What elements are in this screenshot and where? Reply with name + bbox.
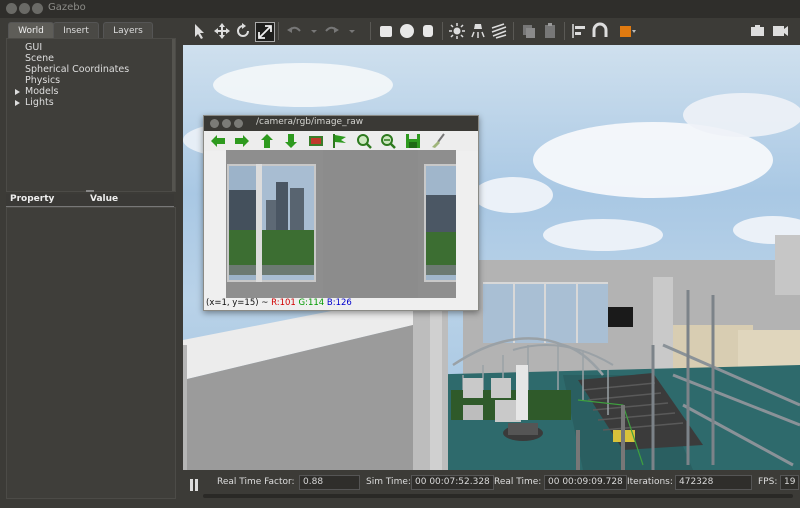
fps-value: 19 [780,475,799,490]
spot-light-icon[interactable] [469,22,487,40]
status-bar: Real Time Factor: 0.88 Sim Time: 00 00:0… [181,470,800,508]
image-window-close-icon[interactable] [210,119,219,128]
redo-dropdown-icon[interactable] [343,22,355,40]
toolbar-separator [564,22,565,40]
image-window-titlebar[interactable]: /camera/rgb/image_raw [204,116,478,131]
iterations-label: Iterations: [627,477,673,487]
point-light-icon[interactable] [448,22,466,40]
app-title: Gazebo [48,2,86,13]
redo-icon[interactable] [323,22,341,40]
box-shape-icon[interactable] [377,22,395,40]
image-window-minimize-icon[interactable] [222,119,231,128]
tree-item-models[interactable]: Models [25,86,58,97]
directional-light-icon[interactable] [490,22,508,40]
copy-icon[interactable] [520,22,538,40]
down-arrow-icon[interactable] [283,133,299,149]
window-titlebar: Gazebo [0,0,800,18]
cylinder-shape-icon[interactable] [419,22,437,40]
tree-item-gui[interactable]: GUI [25,42,42,53]
toolbar-separator [370,22,371,40]
property-table-header: Property Value [6,194,174,207]
brush-icon[interactable] [430,133,446,149]
value-column-label: Value [90,194,119,204]
real-time-factor-value: 0.88 [299,475,360,490]
camera-image[interactable] [226,150,456,298]
select-arrow-icon[interactable] [191,22,209,40]
real-time-label: Real Time: [494,477,542,487]
zoom-out-icon[interactable] [380,133,396,149]
back-arrow-icon[interactable] [210,133,226,149]
forward-arrow-icon[interactable] [234,133,250,149]
screenshot-icon[interactable] [749,22,767,40]
translate-icon[interactable] [213,22,231,40]
snap-icon[interactable] [591,22,609,40]
up-arrow-icon[interactable] [259,133,275,149]
record-icon[interactable] [771,22,789,40]
pixel-red-value: R:101 [271,298,296,308]
rotate-icon[interactable] [234,22,252,40]
iterations-value: 472328 [675,475,752,490]
property-column-label: Property [10,194,55,204]
left-panel: World Insert Layers GUI Scene Spherical … [0,18,178,499]
tree-item-scene[interactable]: Scene [25,53,54,64]
color-view-icon[interactable] [618,22,636,40]
undo-icon[interactable] [285,22,303,40]
scale-icon[interactable] [255,22,275,42]
property-table [6,207,176,499]
save-icon[interactable] [405,133,421,149]
image-view-window[interactable]: /camera/rgb/image_raw (x=1, y=15) ~ R:10… [203,115,479,311]
tab-world[interactable]: World [8,22,54,39]
tree-item-spherical-coordinates[interactable]: Spherical Coordinates [25,64,129,75]
image-window-maximize-icon[interactable] [234,119,243,128]
expand-lights-icon[interactable] [15,100,20,106]
world-tree: GUI Scene Spherical Coordinates Physics … [6,38,176,192]
main-toolbar [181,18,800,45]
fps-label: FPS: [758,477,778,487]
align-icon[interactable] [570,22,588,40]
pixel-blue-value: B:126 [326,298,352,308]
toolbar-separator [442,22,443,40]
sphere-shape-icon[interactable] [398,22,416,40]
toolbar-separator [278,22,279,40]
real-time-factor-label: Real Time Factor: [217,477,295,487]
image-icon[interactable] [308,133,324,149]
tab-layers[interactable]: Layers [103,22,153,39]
splitter-handle[interactable] [86,190,94,192]
close-window-icon[interactable] [6,3,17,14]
minimize-window-icon[interactable] [19,3,30,14]
tree-item-lights[interactable]: Lights [25,97,54,108]
expand-models-icon[interactable] [15,89,20,95]
paste-icon[interactable] [541,22,559,40]
timeline-bar[interactable] [203,494,793,498]
sim-time-value: 00 00:07:52.328 [411,475,494,490]
maximize-window-icon[interactable] [32,3,43,14]
zoom-in-icon[interactable] [356,133,372,149]
toolbar-separator [513,22,514,40]
pause-button[interactable] [189,476,199,495]
tree-scrollbar[interactable] [172,39,175,191]
image-window-title: /camera/rgb/image_raw [256,117,364,127]
sim-time-label: Sim Time: [366,477,411,487]
flag-icon[interactable] [332,133,348,149]
pixel-readout: (x=1, y=15) ~ R:101 G:114 B:126 [206,298,352,308]
pixel-green-value: G:114 [298,298,325,308]
tree-item-physics[interactable]: Physics [25,75,60,86]
pixel-coordinates: (x=1, y=15) ~ [206,298,269,308]
undo-dropdown-icon[interactable] [305,22,317,40]
tab-insert[interactable]: Insert [53,22,99,39]
image-window-toolbar [204,131,478,151]
real-time-value: 00 00:09:09.728 [544,475,627,490]
